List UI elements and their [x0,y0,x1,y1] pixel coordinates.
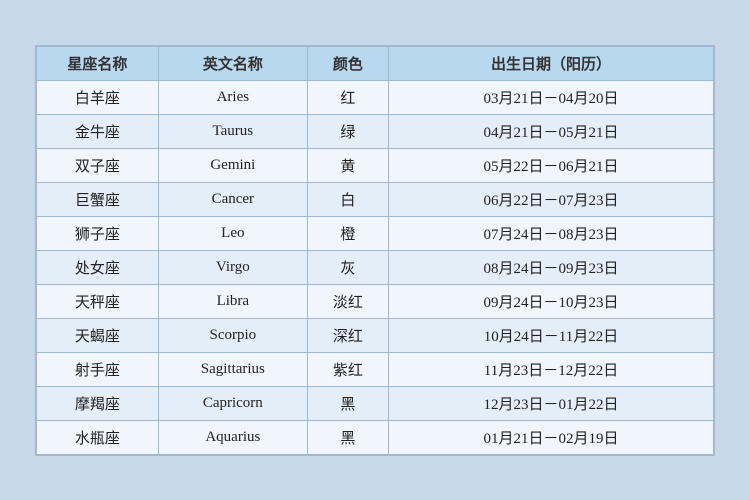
table-row: 巨蟹座Cancer白06月22日－07月23日 [37,182,714,216]
cell-en: Virgo [158,250,307,284]
cell-date: 03月21日－04月20日 [389,80,714,114]
cell-color: 红 [307,80,388,114]
table-row: 天秤座Libra淡红09月24日－10月23日 [37,284,714,318]
cell-cn: 金牛座 [37,114,159,148]
table-row: 水瓶座Aquarius黑01月21日－02月19日 [37,420,714,454]
cell-cn: 狮子座 [37,216,159,250]
header-color: 颜色 [307,46,388,80]
cell-cn: 摩羯座 [37,386,159,420]
cell-cn: 天秤座 [37,284,159,318]
cell-en: Cancer [158,182,307,216]
table-row: 天蝎座Scorpio深红10月24日－11月22日 [37,318,714,352]
cell-date: 11月23日－12月22日 [389,352,714,386]
cell-date: 01月21日－02月19日 [389,420,714,454]
header-date: 出生日期（阳历） [389,46,714,80]
cell-date: 05月22日－06月21日 [389,148,714,182]
cell-cn: 双子座 [37,148,159,182]
table-row: 狮子座Leo橙07月24日－08月23日 [37,216,714,250]
table-row: 射手座Sagittarius紫红11月23日－12月22日 [37,352,714,386]
zodiac-table: 星座名称 英文名称 颜色 出生日期（阳历） 白羊座Aries红03月21日－04… [36,46,714,455]
table-row: 白羊座Aries红03月21日－04月20日 [37,80,714,114]
cell-cn: 白羊座 [37,80,159,114]
header-en: 英文名称 [158,46,307,80]
zodiac-table-container: 星座名称 英文名称 颜色 出生日期（阳历） 白羊座Aries红03月21日－04… [35,45,715,456]
cell-date: 06月22日－07月23日 [389,182,714,216]
table-row: 处女座Virgo灰08月24日－09月23日 [37,250,714,284]
cell-en: Libra [158,284,307,318]
cell-date: 10月24日－11月22日 [389,318,714,352]
cell-en: Taurus [158,114,307,148]
cell-en: Sagittarius [158,352,307,386]
cell-en: Leo [158,216,307,250]
header-cn: 星座名称 [37,46,159,80]
cell-color: 淡红 [307,284,388,318]
cell-date: 09月24日－10月23日 [389,284,714,318]
cell-en: Capricorn [158,386,307,420]
cell-cn: 巨蟹座 [37,182,159,216]
cell-color: 黑 [307,420,388,454]
cell-color: 绿 [307,114,388,148]
table-row: 摩羯座Capricorn黑12月23日－01月22日 [37,386,714,420]
cell-color: 白 [307,182,388,216]
cell-date: 07月24日－08月23日 [389,216,714,250]
cell-en: Aquarius [158,420,307,454]
table-row: 金牛座Taurus绿04月21日－05月21日 [37,114,714,148]
table-row: 双子座Gemini黄05月22日－06月21日 [37,148,714,182]
cell-cn: 水瓶座 [37,420,159,454]
cell-color: 黑 [307,386,388,420]
cell-cn: 天蝎座 [37,318,159,352]
cell-color: 紫红 [307,352,388,386]
cell-color: 灰 [307,250,388,284]
cell-color: 橙 [307,216,388,250]
cell-en: Scorpio [158,318,307,352]
table-header-row: 星座名称 英文名称 颜色 出生日期（阳历） [37,46,714,80]
cell-date: 04月21日－05月21日 [389,114,714,148]
cell-cn: 射手座 [37,352,159,386]
cell-en: Aries [158,80,307,114]
cell-date: 08月24日－09月23日 [389,250,714,284]
cell-color: 深红 [307,318,388,352]
cell-en: Gemini [158,148,307,182]
cell-cn: 处女座 [37,250,159,284]
cell-date: 12月23日－01月22日 [389,386,714,420]
cell-color: 黄 [307,148,388,182]
